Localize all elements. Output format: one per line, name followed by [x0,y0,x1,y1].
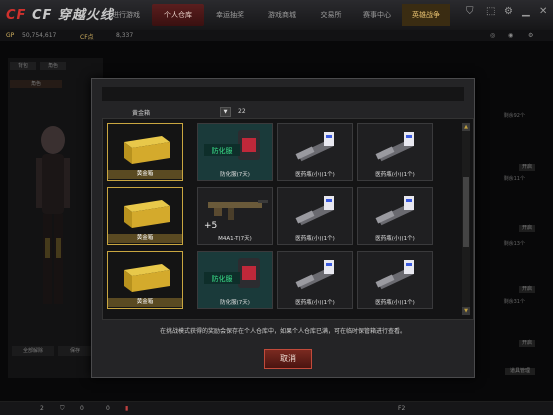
cell-label: 医药瓶(小)(1个) [375,172,415,178]
rifle-cell[interactable]: +5 M4A1-T(7天) [197,187,273,245]
tab-shop[interactable]: 游戏商城 [256,4,308,26]
globe-icon[interactable]: ◉ [508,32,513,39]
alert-icon[interactable]: ▮ [125,405,128,412]
reward-row: 黄金箱 防化服 防化服(7天) 医药瓶(小)(1个) 医药瓶(小)(1个) [107,123,457,181]
stat-b: 0 [80,405,84,412]
gold-box-cell[interactable]: 黄金箱 [107,251,183,309]
scroll-down-icon[interactable]: ▼ [462,307,470,315]
tab-play[interactable]: 进行游戏 [100,4,152,26]
cell-label: 医药瓶(小)(1个) [375,300,415,306]
armor-badge: 防化服 [212,146,233,155]
filter-name: 黄金箱 [132,110,151,117]
shield-small-icon: ⛉ [60,405,65,412]
gift-icon[interactable]: ⬚ [486,6,495,17]
gp-label: GP [6,32,15,39]
cancel-button[interactable]: 取消 [264,349,312,369]
medkit-icon [375,132,415,162]
armor-icon: 防化服 [204,258,260,288]
cell-label: 黄金箱 [108,234,182,243]
list-scrollbar[interactable]: ▲ ▼ [462,123,470,315]
reward-list: 黄金箱 防化服 防化服(7天) 医药瓶(小)(1个) 医药瓶(小)(1个) 黄金… [102,118,474,320]
currency-bar: GP 50,754,617 CF点 8,337 ◎ ◉ ⚙ [0,30,553,41]
cell-label: M4A1-T(7天) [218,236,252,242]
cell-label: 防化服(7天) [220,300,250,306]
cf-label: CF点 [80,34,94,41]
cf-value: 8,337 [116,32,134,39]
cell-label: 医药瓶(小)(1个) [375,236,415,242]
filter-count: 22 [238,108,246,115]
top-nav-bar: CF CF 穿越火线 进行游戏 个人仓库 幸运抽奖 游戏商城 交易所 赛事中心 … [0,0,553,31]
dialog-header [102,87,464,101]
reward-row: 黄金箱 防化服 防化服(7天) 医药瓶(小)(1个) 医药瓶(小)(1个) [107,251,457,309]
bottom-bar: 2 ⛉ 0 0 ▮ F2 [0,401,553,415]
armor-cell[interactable]: 防化服 防化服(7天) [197,251,273,309]
medkit-icon [295,196,335,226]
medkit-cell[interactable]: 医药瓶(小)(1个) [277,251,353,309]
medkit-cell[interactable]: 医药瓶(小)(1个) [357,251,433,309]
dropdown-arrow-icon[interactable]: ▼ [220,107,231,117]
tab-trade[interactable]: 交易所 [308,4,354,26]
armor-badge: 防化服 [212,274,233,283]
cell-label: 医药瓶(小)(1个) [295,300,335,306]
medkit-icon [375,260,415,290]
tab-inventory[interactable]: 个人仓库 [152,4,204,26]
gear-icon[interactable]: ⚙ [528,32,533,39]
rifle-plus: +5 [204,221,217,231]
promo-banner[interactable]: 英雄战争 [402,4,450,26]
help-icon[interactable]: ◎ [490,32,495,39]
storage-note: 在挑战模式获得的奖励会保存在个人仓库中，如果个人仓库已满，可在临时保管箱进行查看… [159,328,406,335]
gold-box-icon [124,200,170,228]
scroll-thumb[interactable] [463,177,469,247]
shield-icon[interactable]: ⛉ [466,6,474,17]
reward-dialog: 黄金箱 ▼ 22 黄金箱 防化服 防化服(7天) 医药瓶(小)(1个) 医药瓶(… [91,78,475,378]
medkit-icon [295,260,335,290]
stat-c: 0 [106,405,110,412]
gold-box-icon [124,136,170,164]
chat-hint[interactable]: F2 [398,405,405,412]
armor-cell[interactable]: 防化服 防化服(7天) [197,123,273,181]
gold-box-icon [124,264,170,292]
scroll-up-icon[interactable]: ▲ [462,123,470,131]
tab-lottery[interactable]: 幸运抽奖 [204,4,256,26]
close-icon[interactable]: ✕ [539,6,547,17]
cell-label: 黄金箱 [108,298,182,307]
medkit-cell[interactable]: 医药瓶(小)(1个) [357,187,433,245]
box-filter[interactable]: 黄金箱 ▼ 22 [102,106,464,118]
settings-icon[interactable]: ⚙ [504,6,513,17]
medkit-icon [375,196,415,226]
cell-label: 防化服(7天) [220,172,250,178]
medkit-cell[interactable]: 医药瓶(小)(1个) [357,123,433,181]
game-logo: CF CF 穿越火线 [6,8,114,23]
stat-a: 2 [40,405,44,412]
cell-label: 医药瓶(小)(1个) [295,236,335,242]
medkit-cell[interactable]: 医药瓶(小)(1个) [277,123,353,181]
rifle-icon: +5 [204,200,268,231]
cell-label: 黄金箱 [108,170,182,179]
cell-label: 医药瓶(小)(1个) [295,172,335,178]
gp-value: 50,754,617 [22,32,57,39]
medkit-cell[interactable]: 医药瓶(小)(1个) [277,187,353,245]
minimize-icon[interactable]: ▁ [522,6,530,17]
medkit-icon [295,132,335,162]
armor-icon: 防化服 [204,130,260,160]
gold-box-cell[interactable]: 黄金箱 [107,123,183,181]
reward-row: 黄金箱 +5 M4A1-T(7天) 医药瓶(小)(1个) 医药瓶(小)(1个) [107,187,457,245]
tab-events[interactable]: 赛事中心 [354,4,400,26]
gold-box-cell[interactable]: 黄金箱 [107,187,183,245]
